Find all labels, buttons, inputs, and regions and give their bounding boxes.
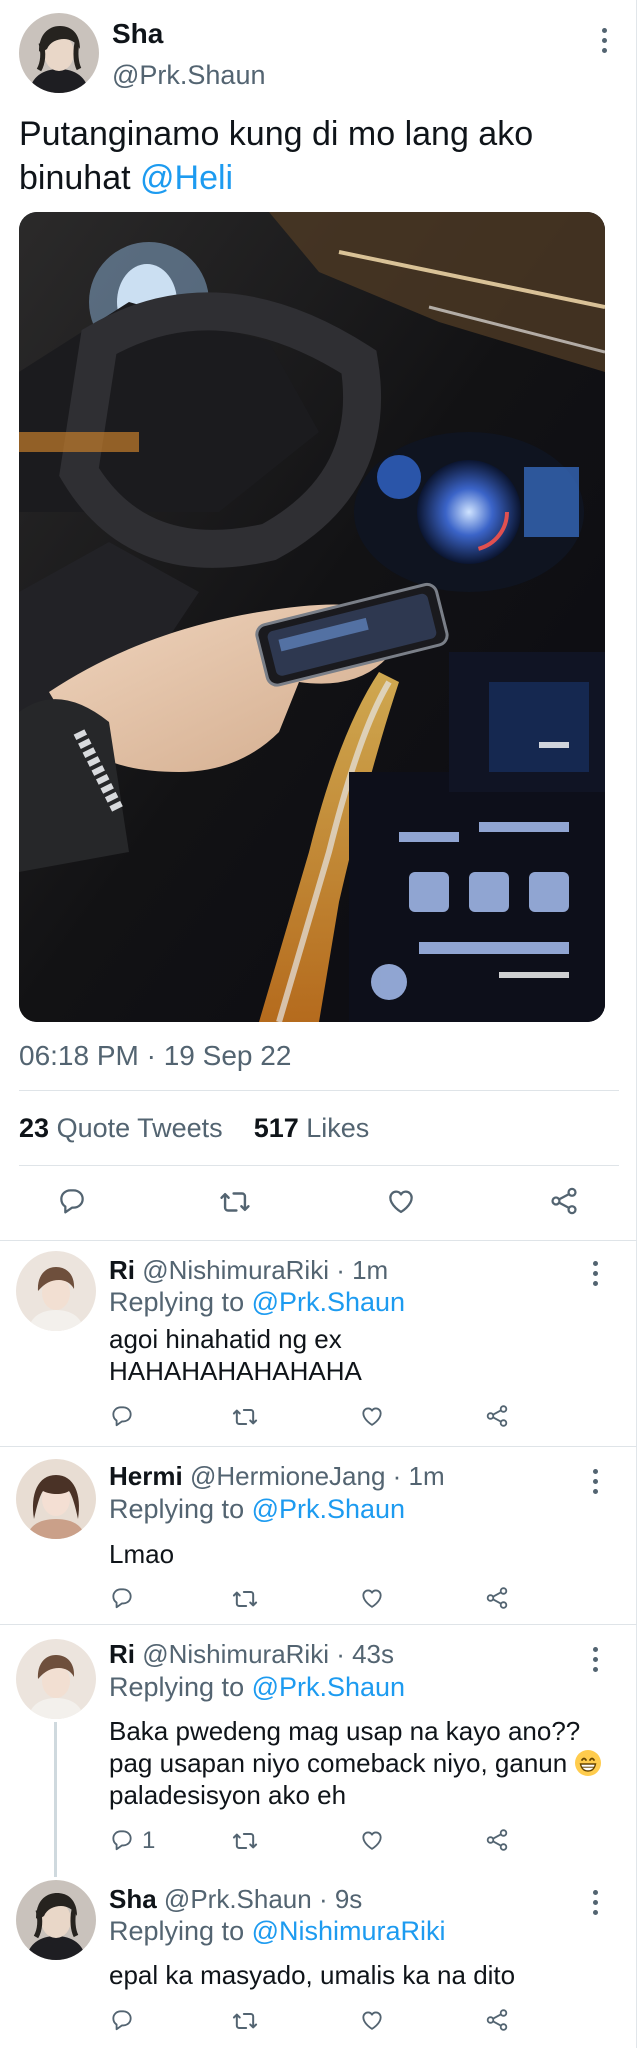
avatar[interactable]	[16, 1251, 96, 1331]
reply-icon[interactable]	[109, 2007, 135, 2033]
reply-tweet[interactable]: Ri @NishimuraRiki · 1m Replying to @Prk.…	[0, 1241, 637, 1446]
reply-text: epal ka masyado, umalis ka na dito	[109, 1960, 516, 1990]
share-icon[interactable]	[484, 1403, 510, 1429]
mention-link[interactable]: @NishimuraRiki	[252, 1916, 446, 1946]
likes-count: 517	[253, 1113, 299, 1143]
grinning-face-emoji-icon	[575, 1750, 602, 1776]
reply-tweet[interactable]: Hermi @HermioneJang · 1m Replying to @Pr…	[0, 1447, 637, 1624]
reply-icon[interactable]	[109, 1403, 135, 1429]
divider	[19, 1165, 619, 1166]
tweet-timestamp[interactable]: 06:18 PM · 19 Sep 22	[19, 1040, 291, 1072]
quote-tweets-label: Quote Tweets	[56, 1113, 223, 1143]
heart-icon[interactable]	[359, 1585, 385, 1611]
likes-label: Likes	[306, 1113, 370, 1143]
display-name[interactable]: Ri	[109, 1255, 135, 1285]
display-name[interactable]: Sha	[109, 1884, 157, 1914]
divider	[19, 1090, 619, 1091]
more-options-icon[interactable]	[585, 1261, 605, 1286]
replying-to: Replying to @Prk.Shaun	[109, 1672, 405, 1703]
reply-text: agoi hinahatid ng ex HAHAHAHAHAHAHA	[109, 1324, 362, 1386]
reply-text-part: paladesisyon ako eh	[109, 1780, 347, 1810]
replying-to-label: Replying to	[109, 1916, 252, 1946]
reply-tweet[interactable]: Ri @NishimuraRiki · 43s Replying to @Prk…	[0, 1625, 637, 1870]
engagement-stats: 23 Quote Tweets 517 Likes	[19, 1113, 369, 1144]
user-handle[interactable]: @Prk.Shaun	[112, 60, 265, 91]
display-name[interactable]: Sha	[112, 18, 163, 50]
mention-link[interactable]: @Heli	[140, 159, 233, 197]
reply-icon[interactable]	[56, 1185, 88, 1217]
replying-to: Replying to @NishimuraRiki	[109, 1916, 446, 1947]
retweet-icon[interactable]	[218, 1185, 252, 1219]
handle-and-time[interactable]: @NishimuraRiki · 43s	[142, 1639, 394, 1669]
share-icon[interactable]	[484, 2007, 510, 2033]
tweet-text: Putanginamo kung di mo lang ako binuhat …	[19, 112, 619, 200]
replying-to-label: Replying to	[109, 1494, 252, 1524]
handle-and-time[interactable]: @Prk.Shaun · 9s	[164, 1884, 362, 1914]
more-options-icon[interactable]	[585, 1890, 605, 1915]
reply-text-part: Baka pwedeng mag usap na kayo ano?? pag …	[109, 1716, 581, 1778]
retweet-icon[interactable]	[231, 2007, 259, 2035]
reply-count: 1	[142, 1827, 156, 1854]
reply-text: Baka pwedeng mag usap na kayo ano?? pag …	[109, 1715, 609, 1811]
more-options-icon[interactable]	[585, 1469, 605, 1494]
tweet-text-body: Putanginamo kung di mo lang ako binuhat	[19, 115, 534, 197]
display-name[interactable]: Hermi	[109, 1461, 183, 1491]
handle-and-time[interactable]: @NishimuraRiki · 1m	[142, 1255, 388, 1285]
reply-icon[interactable]	[109, 1827, 135, 1853]
avatar[interactable]	[16, 1459, 96, 1539]
replying-to-label: Replying to	[109, 1672, 252, 1702]
replying-to: Replying to @Prk.Shaun	[109, 1494, 405, 1525]
reply-header: Hermi @HermioneJang · 1m	[109, 1461, 445, 1492]
avatar[interactable]	[16, 1880, 96, 1960]
more-options-icon[interactable]	[585, 1647, 605, 1672]
replying-to-label: Replying to	[109, 1287, 252, 1317]
reply-header: Ri @NishimuraRiki · 43s	[109, 1639, 394, 1670]
mention-link[interactable]: @Prk.Shaun	[252, 1287, 405, 1317]
heart-icon[interactable]	[359, 1403, 385, 1429]
handle-and-time[interactable]: @HermioneJang · 1m	[190, 1461, 445, 1491]
reply-text: Lmao	[109, 1539, 175, 1569]
likes-stat[interactable]: 517 Likes	[254, 1113, 370, 1143]
share-icon[interactable]	[548, 1185, 580, 1217]
heart-icon[interactable]	[359, 1827, 385, 1853]
reply-tweet[interactable]: Sha @Prk.Shaun · 9s Replying to @Nishimu…	[0, 1870, 637, 2048]
display-name[interactable]: Ri	[109, 1639, 135, 1669]
share-icon[interactable]	[484, 1585, 510, 1611]
retweet-icon[interactable]	[231, 1585, 259, 1613]
quote-tweets-stat[interactable]: 23 Quote Tweets	[19, 1113, 223, 1143]
quote-tweets-count: 23	[19, 1113, 50, 1143]
mention-link[interactable]: @Prk.Shaun	[252, 1494, 405, 1524]
share-icon[interactable]	[484, 1827, 510, 1853]
replying-to: Replying to @Prk.Shaun	[109, 1287, 405, 1318]
tweet-media-photo[interactable]	[19, 212, 605, 1022]
retweet-icon[interactable]	[231, 1827, 259, 1855]
avatar[interactable]	[16, 1639, 96, 1719]
reply-icon[interactable]	[109, 1585, 135, 1611]
heart-icon[interactable]	[359, 2007, 385, 2033]
retweet-icon[interactable]	[231, 1403, 259, 1431]
more-options-icon[interactable]	[594, 28, 614, 53]
reply-header: Ri @NishimuraRiki · 1m	[109, 1255, 388, 1286]
reply-header: Sha @Prk.Shaun · 9s	[109, 1884, 362, 1915]
main-tweet: Sha @Prk.Shaun Putanginamo kung di mo la…	[0, 0, 637, 1240]
avatar[interactable]	[19, 13, 99, 93]
heart-icon[interactable]	[385, 1185, 417, 1217]
mention-link[interactable]: @Prk.Shaun	[252, 1672, 405, 1702]
